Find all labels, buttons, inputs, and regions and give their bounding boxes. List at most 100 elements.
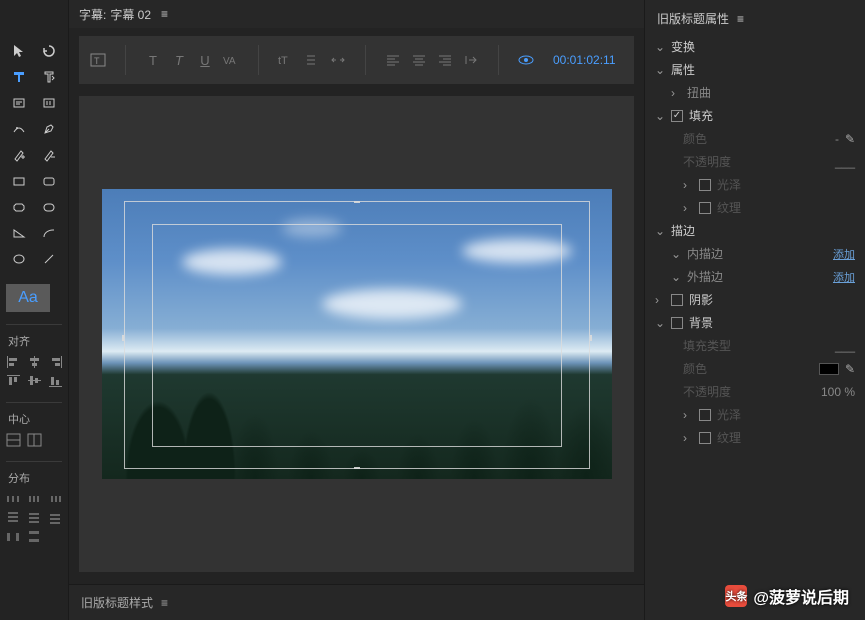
- prop-bg-sheen[interactable]: ›光泽: [645, 403, 865, 426]
- tt-template-icon[interactable]: T: [89, 51, 107, 69]
- rounded-rect2-tool[interactable]: [36, 196, 62, 218]
- prop-fill-sheen[interactable]: ›光泽: [645, 173, 865, 196]
- dist-2[interactable]: [27, 492, 45, 508]
- dist-4[interactable]: [6, 511, 24, 527]
- add-anchor-tool[interactable]: [6, 144, 32, 166]
- selection-tool[interactable]: [6, 40, 32, 62]
- align-right[interactable]: [48, 355, 66, 371]
- title-canvas[interactable]: [102, 189, 612, 479]
- panel-menu-icon[interactable]: ≡: [737, 12, 744, 26]
- rectangle-tool[interactable]: [6, 170, 32, 192]
- vertical-type-tool[interactable]: [36, 66, 62, 88]
- align-hcenter[interactable]: [27, 355, 45, 371]
- center-h[interactable]: [6, 433, 24, 449]
- size-icon[interactable]: tT: [277, 51, 295, 69]
- show-video-icon[interactable]: [517, 51, 535, 69]
- align-right-icon[interactable]: [436, 51, 454, 69]
- title-panel-header: 字幕: 字幕 02 ≡: [69, 0, 644, 28]
- texture-checkbox[interactable]: [699, 202, 711, 214]
- timecode[interactable]: 00:01:02:11: [553, 53, 616, 67]
- prop-bg-texture[interactable]: ›纹理: [645, 426, 865, 449]
- prop-background[interactable]: ⌄背景: [645, 311, 865, 334]
- wedge-tool[interactable]: [6, 222, 32, 244]
- dist-8[interactable]: [27, 530, 45, 546]
- center-section-label: 中心: [6, 411, 62, 427]
- area-type-tool[interactable]: [6, 92, 32, 114]
- align-top[interactable]: [6, 374, 24, 390]
- prop-inner-stroke[interactable]: ⌄内描边添加: [645, 242, 865, 265]
- align-left-icon[interactable]: [384, 51, 402, 69]
- styles-panel-title: 旧版标题样式: [81, 594, 153, 611]
- align-section-label: 对齐: [6, 333, 62, 349]
- prop-fill-texture[interactable]: ›纹理: [645, 196, 865, 219]
- title-prefix: 字幕:: [79, 6, 106, 23]
- add-inner-stroke[interactable]: 添加: [833, 246, 855, 262]
- tab-icon[interactable]: [462, 51, 480, 69]
- prop-fill-color[interactable]: 颜色-✎: [645, 127, 865, 150]
- shadow-checkbox[interactable]: [671, 294, 683, 306]
- prop-transform[interactable]: ⌄变换: [645, 35, 865, 58]
- styles-button[interactable]: Aa: [6, 284, 50, 312]
- prop-fill[interactable]: ⌄填充: [645, 104, 865, 127]
- rounded-rect-tool[interactable]: [36, 170, 62, 192]
- tracking-icon[interactable]: [329, 51, 347, 69]
- delete-anchor-tool[interactable]: [36, 144, 62, 166]
- title-viewport[interactable]: [79, 96, 634, 572]
- font-family-icon[interactable]: T: [144, 51, 162, 69]
- vertical-area-type-tool[interactable]: [36, 92, 62, 114]
- align-vcenter[interactable]: [27, 374, 45, 390]
- prop-shadow[interactable]: ›阴影: [645, 288, 865, 311]
- align-bottom[interactable]: [48, 374, 66, 390]
- kerning-icon[interactable]: VA: [222, 51, 240, 69]
- sheen-checkbox[interactable]: [699, 179, 711, 191]
- panel-menu-icon[interactable]: ≡: [161, 7, 168, 21]
- prop-attributes[interactable]: ⌄属性: [645, 58, 865, 81]
- title-name: 字幕 02: [110, 6, 151, 23]
- svg-text:tT: tT: [278, 55, 288, 67]
- font-bold-icon[interactable]: T: [170, 51, 188, 69]
- watermark-badge: 头条: [725, 585, 747, 607]
- dist-3[interactable]: [48, 492, 66, 508]
- svg-text:T: T: [94, 56, 100, 66]
- add-outer-stroke[interactable]: 添加: [833, 269, 855, 285]
- bg-sheen-checkbox[interactable]: [699, 409, 711, 421]
- dist-6[interactable]: [48, 511, 66, 527]
- properties-panel-title: 旧版标题属性: [657, 10, 729, 27]
- prop-stroke[interactable]: ⌄描边: [645, 219, 865, 242]
- bg-color-swatch[interactable]: [819, 363, 839, 375]
- rotate-tool[interactable]: [36, 40, 62, 62]
- center-v[interactable]: [27, 433, 45, 449]
- background-checkbox[interactable]: [671, 317, 683, 329]
- left-toolbar: Aa 对齐 中心 分布: [0, 0, 68, 620]
- path-type-tool[interactable]: [6, 118, 32, 140]
- svg-text:VA: VA: [223, 56, 236, 67]
- arc-tool[interactable]: [36, 222, 62, 244]
- bg-texture-checkbox[interactable]: [699, 432, 711, 444]
- prop-bg-color[interactable]: 颜色✎: [645, 357, 865, 380]
- fill-checkbox[interactable]: [671, 110, 683, 122]
- properties-panel: 旧版标题属性 ≡ ⌄变换 ⌄属性 ›扭曲 ⌄填充 颜色-✎ 不透明度___ ›光…: [645, 0, 865, 620]
- prop-outer-stroke[interactable]: ⌄外描边添加: [645, 265, 865, 288]
- eyedropper-icon[interactable]: ✎: [845, 132, 855, 146]
- prop-fill-opacity[interactable]: 不透明度___: [645, 150, 865, 173]
- clipped-rect-tool[interactable]: [6, 196, 32, 218]
- leading-icon[interactable]: [303, 51, 321, 69]
- dist-5[interactable]: [27, 511, 45, 527]
- align-left[interactable]: [6, 355, 24, 371]
- prop-distort[interactable]: ›扭曲: [645, 81, 865, 104]
- dist-7[interactable]: [6, 530, 24, 546]
- panel-menu-icon[interactable]: ≡: [161, 596, 168, 610]
- prop-bg-filltype[interactable]: 填充类型___: [645, 334, 865, 357]
- align-center-icon[interactable]: [410, 51, 428, 69]
- line-tool[interactable]: [36, 248, 62, 270]
- prop-bg-opacity[interactable]: 不透明度100 %: [645, 380, 865, 403]
- dist-1[interactable]: [6, 492, 24, 508]
- type-tool[interactable]: [6, 66, 32, 88]
- title-toolbar: T T T U VA tT 00:01:02:: [79, 36, 634, 84]
- eyedropper-icon[interactable]: ✎: [845, 362, 855, 376]
- underline-icon[interactable]: U: [196, 51, 214, 69]
- pen-tool[interactable]: [36, 118, 62, 140]
- ellipse-tool[interactable]: [6, 248, 32, 270]
- styles-panel-header: 旧版标题样式 ≡: [69, 584, 644, 620]
- distribute-section-label: 分布: [6, 470, 62, 486]
